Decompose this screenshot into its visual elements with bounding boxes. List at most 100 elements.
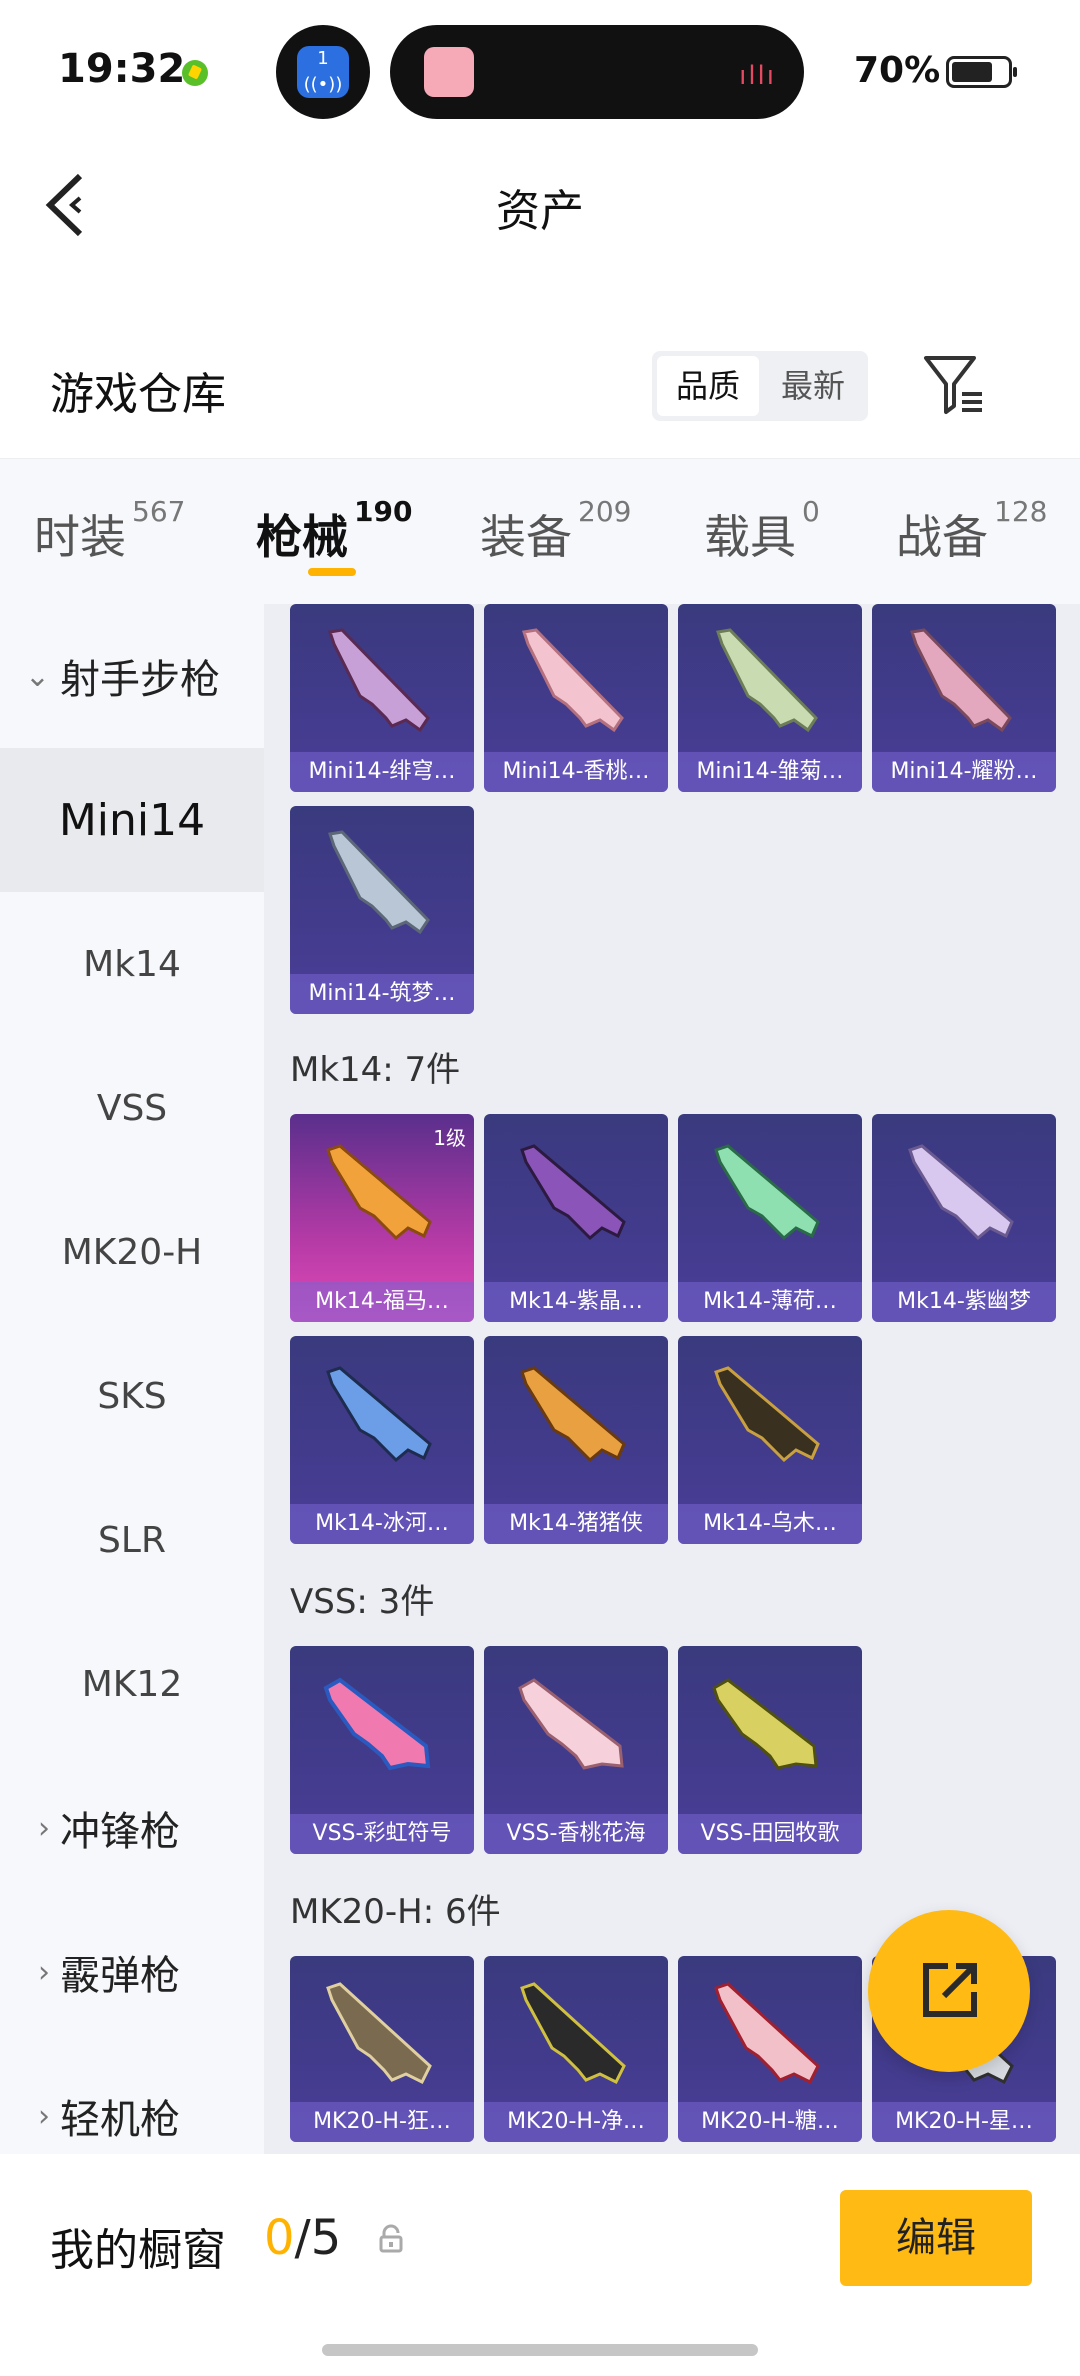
weapon-name: VSS-彩虹符号 <box>290 1814 474 1854</box>
rifle-icon <box>712 1678 818 1770</box>
weapon-name: Mk14-福马… <box>290 1282 474 1322</box>
sidebar-item-vss[interactable]: VSS <box>0 1036 264 1180</box>
weapon-card[interactable]: Mk14-冰河… <box>290 1336 474 1544</box>
sidebar-item-mini14[interactable]: Mini14 <box>0 748 264 892</box>
rifle-icon <box>520 1144 626 1241</box>
weapon-name: VSS-田园牧歌 <box>678 1814 862 1854</box>
rifle-icon <box>518 1678 624 1770</box>
sidebar-item-sks[interactable]: SKS <box>0 1324 264 1468</box>
weapon-card[interactable]: VSS-田园牧歌 <box>678 1646 862 1854</box>
rifle-icon <box>910 628 1012 733</box>
rifle-icon <box>328 830 430 935</box>
edit-button[interactable]: 编辑 <box>840 2190 1032 2286</box>
weapon-card[interactable]: Mk14-紫幽梦 <box>872 1114 1056 1322</box>
app-notification-icon <box>182 60 208 86</box>
weapon-name: MK20-H-星… <box>872 2102 1056 2142</box>
filter-icon[interactable] <box>922 352 986 418</box>
chevron-right-icon: › <box>38 1954 50 1990</box>
group-header-vss: VSS: 3件 <box>290 1582 435 1622</box>
rifle-icon <box>328 628 430 733</box>
page-title: 资产 <box>496 186 584 237</box>
home-indicator[interactable] <box>322 2344 758 2356</box>
weapon-card[interactable]: Mini14-雏菊… <box>678 604 862 792</box>
weapon-name: Mini14-筑梦… <box>290 974 474 1014</box>
sidebar-category-shotgun[interactable]: › 霰弹枪 <box>0 1900 264 2044</box>
group-header-mk20h: MK20-H: 6件 <box>290 1892 501 1932</box>
weapon-card[interactable]: MK20-H-糖… <box>678 1956 862 2142</box>
weapon-card[interactable]: Mk14-猪猪侠 <box>484 1336 668 1544</box>
media-thumbnail <box>424 47 474 97</box>
weapon-card[interactable]: Mk14-薄荷… <box>678 1114 862 1322</box>
weapon-card-highlighted[interactable]: 1级 Mk14-福马… <box>290 1114 474 1322</box>
rifle-icon <box>326 1144 432 1241</box>
battery-icon <box>946 56 1017 88</box>
status-bar: 19:32 1 ((•)) ıllı 70% <box>0 0 1080 140</box>
sort-quality-button[interactable]: 品质 <box>657 356 759 416</box>
share-fab-button[interactable] <box>868 1910 1030 2072</box>
weapon-name: VSS-香桃花海 <box>484 1814 668 1854</box>
weapon-sidebar: ⌄ 射手步枪 Mini14 Mk14 VSS MK20-H SKS SLR MK1… <box>0 604 264 2154</box>
sort-latest-button[interactable]: 最新 <box>762 356 864 416</box>
weapon-name: Mini14-香桃… <box>484 752 668 792</box>
weapon-name: Mk14-乌木… <box>678 1504 862 1544</box>
sidebar-category-smg[interactable]: › 冲锋枪 <box>0 1756 264 1900</box>
weapon-card[interactable]: VSS-彩虹符号 <box>290 1646 474 1854</box>
weapon-card[interactable]: VSS-香桃花海 <box>484 1646 668 1854</box>
weapon-card[interactable]: MK20-H-净… <box>484 1956 668 2142</box>
rifle-icon <box>520 1366 626 1463</box>
sidebar-category-marksman[interactable]: ⌄ 射手步枪 <box>0 604 264 748</box>
weapon-name: MK20-H-净… <box>484 2102 668 2142</box>
weapon-card[interactable]: Mk14-紫晶… <box>484 1114 668 1322</box>
sidebar-item-mk14[interactable]: Mk14 <box>0 892 264 1036</box>
battery-percent: 70% <box>854 50 941 91</box>
tab-fashion[interactable]: 时装 567 <box>34 495 185 567</box>
chevron-right-icon: › <box>38 1810 50 1846</box>
audio-wave-icon: ıllı <box>739 61 776 91</box>
weapon-card[interactable]: Mini14-绯穹… <box>290 604 474 792</box>
weapon-name: Mini14-雏菊… <box>678 752 862 792</box>
sort-segmented-control: 品质 最新 <box>652 351 868 421</box>
weapon-card[interactable]: MK20-H-狂… <box>290 1956 474 2142</box>
sidebar-item-mk20h[interactable]: MK20-H <box>0 1180 264 1324</box>
warehouse-title: 游戏仓库 <box>50 369 226 420</box>
weapon-name: Mini14-耀粉… <box>872 752 1056 792</box>
status-time: 19:32 <box>58 46 186 92</box>
rifle-icon <box>326 1982 432 2085</box>
chevron-down-icon: ⌄ <box>24 658 50 694</box>
tab-guns[interactable]: 枪械 190 <box>256 495 412 567</box>
sidebar-item-mk12[interactable]: MK12 <box>0 1612 264 1756</box>
weapon-name: MK20-H-狂… <box>290 2102 474 2142</box>
group-header-mk14: Mk14: 7件 <box>290 1050 461 1090</box>
weapon-card[interactable]: Mini14-香桃… <box>484 604 668 792</box>
weapon-name: Mk14-紫晶… <box>484 1282 668 1322</box>
showcase-count: 0/5 <box>264 2210 342 2266</box>
weapon-card[interactable]: Mini14-筑梦… <box>290 806 474 1014</box>
weapon-card[interactable]: Mk14-乌木… <box>678 1336 862 1544</box>
showcase-bar: 我的橱窗 0/5 编辑 <box>0 2154 1080 2376</box>
active-tab-indicator <box>308 568 356 576</box>
rifle-icon <box>323 1677 431 1771</box>
share-icon <box>923 1963 977 2017</box>
chevron-right-icon: › <box>38 2098 50 2134</box>
weapon-card[interactable]: Mini14-耀粉… <box>872 604 1056 792</box>
tab-equipment[interactable]: 装备 209 <box>480 495 631 567</box>
broadcast-icon: 1 ((•)) <box>297 46 349 98</box>
rifle-icon <box>714 1366 820 1463</box>
weapon-name: MK20-H-糖… <box>678 2102 862 2142</box>
rifle-icon <box>520 1982 626 2085</box>
showcase-title: 我的橱窗 <box>50 2225 226 2276</box>
rifle-icon <box>908 1144 1014 1241</box>
media-activity-pill[interactable]: ıllı <box>390 25 804 119</box>
rifle-icon <box>716 628 818 733</box>
weapon-name: Mk14-紫幽梦 <box>872 1282 1056 1322</box>
lock-icon <box>379 2224 403 2253</box>
sidebar-item-slr[interactable]: SLR <box>0 1468 264 1612</box>
tab-supplies[interactable]: 战备 128 <box>896 495 1047 567</box>
weapon-name: Mk14-薄荷… <box>678 1282 862 1322</box>
category-tabs: 时装 567 枪械 190 装备 209 载具 0 战备 128 <box>0 458 1080 604</box>
rifle-icon <box>522 628 624 733</box>
weapon-name: Mk14-冰河… <box>290 1504 474 1544</box>
tab-vehicles[interactable]: 载具 0 <box>704 495 820 567</box>
rifle-icon <box>326 1366 432 1463</box>
live-activity-pill[interactable]: 1 ((•)) <box>276 25 370 119</box>
